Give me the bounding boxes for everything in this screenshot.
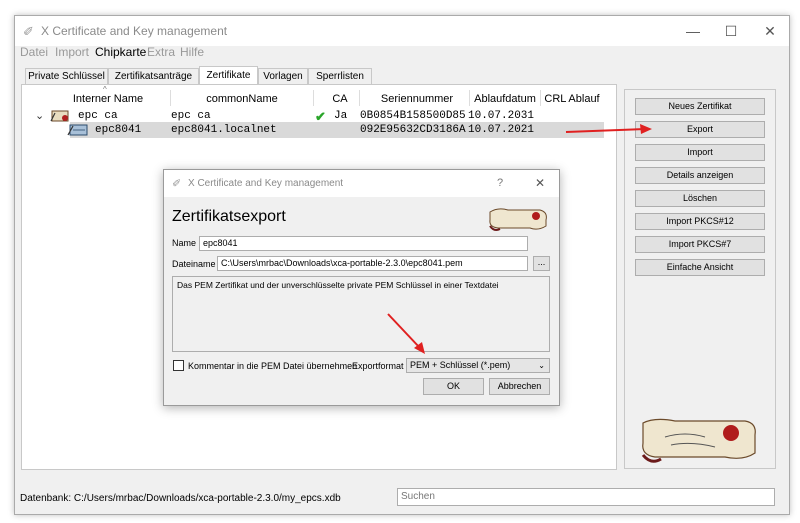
column-crl-expiry[interactable]: CRL Ablauf xyxy=(542,93,602,105)
dialog-heading: Zertifikatsexport xyxy=(172,208,286,225)
dialog-logo-icon xyxy=(489,208,547,231)
app-icon: ✐ xyxy=(23,24,34,39)
row-serial: 092E95632CD3186A xyxy=(360,124,466,136)
delete-button[interactable]: Löschen xyxy=(635,190,765,207)
new-certificate-button[interactable]: Neues Zertifikat xyxy=(635,98,765,115)
import-pkcs7-button[interactable]: Import PKCS#7 xyxy=(635,236,765,253)
menu-datei[interactable]: Datei xyxy=(20,45,48,59)
tab-revocation-lists[interactable]: Sperrlisten xyxy=(308,68,372,84)
ok-button[interactable]: OK xyxy=(423,378,484,395)
menu-import[interactable]: Import xyxy=(55,45,89,59)
row-ca: Ja xyxy=(334,110,348,122)
column-separator xyxy=(540,90,541,106)
row-expiry: 10.07.2031 xyxy=(468,110,535,122)
comment-checkbox[interactable] xyxy=(173,360,184,371)
row-expiry: 10.07.2021 xyxy=(468,124,535,136)
action-sidebar: Neues Zertifikat Export Import Details a… xyxy=(624,89,776,469)
comment-checkbox-label: Kommentar in die PEM Datei übernehmen xyxy=(188,361,358,371)
tab-private-keys[interactable]: Private Schlüssel xyxy=(25,68,108,84)
collapse-chevron-icon[interactable]: ⌄ xyxy=(35,109,44,122)
column-expiry[interactable]: Ablaufdatum xyxy=(470,93,540,105)
dialog-close-button[interactable]: ✕ xyxy=(535,176,545,190)
arrow-to-format-icon xyxy=(387,313,425,354)
menu-extra[interactable]: Extra xyxy=(147,45,175,59)
column-separator xyxy=(170,90,171,106)
column-internal-name[interactable]: Interner Name xyxy=(68,93,148,105)
tab-templates[interactable]: Vorlagen xyxy=(258,68,308,84)
search-input[interactable]: Suchen xyxy=(397,488,775,506)
column-common-name[interactable]: commonName xyxy=(192,93,292,105)
export-dialog: ✐ X Certificate and Key management ? ✕ Z… xyxy=(163,169,560,406)
chevron-down-icon: ⌄ xyxy=(538,361,545,370)
arrow-to-export-icon xyxy=(565,124,652,134)
dialog-title: X Certificate and Key management xyxy=(188,178,344,189)
import-pkcs12-button[interactable]: Import PKCS#12 xyxy=(635,213,765,230)
dialog-app-icon: ✐ xyxy=(172,178,182,190)
export-format-label: Exportformat xyxy=(352,361,404,371)
name-field[interactable]: epc8041 xyxy=(199,236,528,251)
export-format-value: PEM + Schlüssel (*.pem) xyxy=(410,360,511,370)
filename-label: Dateiname xyxy=(172,259,216,269)
certificate-icon xyxy=(67,124,88,136)
simple-view-button[interactable]: Einfache Ansicht xyxy=(635,259,765,276)
row-name[interactable]: epc ca xyxy=(78,110,118,122)
format-description: Das PEM Zertifikat und der unverschlüsse… xyxy=(172,276,550,352)
filename-field[interactable]: C:\Users\mrbac\Downloads\xca-portable-2.… xyxy=(217,256,528,271)
dialog-title-bar: ✐ X Certificate and Key management ? ✕ xyxy=(164,170,559,197)
minimize-button[interactable]: — xyxy=(673,20,713,42)
ca-certificate-icon xyxy=(50,110,69,122)
row-serial: 0B0854B158500D85 xyxy=(360,110,466,122)
column-serial[interactable]: Seriennummer xyxy=(367,93,467,105)
show-details-button[interactable]: Details anzeigen xyxy=(635,167,765,184)
column-separator xyxy=(359,90,360,106)
help-button[interactable]: ? xyxy=(497,177,503,189)
export-format-select[interactable]: PEM + Schlüssel (*.pem) ⌄ xyxy=(406,358,550,373)
menu-hilfe[interactable]: Hilfe xyxy=(180,45,204,59)
xca-logo-icon xyxy=(641,418,756,463)
title-bar: ✐ X Certificate and Key management — ☐ ✕ xyxy=(15,16,789,46)
tab-requests[interactable]: Zertifikatsanträge xyxy=(108,68,199,84)
window-title: X Certificate and Key management xyxy=(41,24,228,38)
row-common-name: epc ca xyxy=(171,110,211,122)
name-label: Name xyxy=(172,238,197,248)
row-common-name: epc8041.localnet xyxy=(171,124,277,136)
menu-chipkarte[interactable]: Chipkarte xyxy=(95,45,146,59)
maximize-button[interactable]: ☐ xyxy=(711,20,751,42)
cancel-button[interactable]: Abbrechen xyxy=(489,378,550,395)
import-button[interactable]: Import xyxy=(635,144,765,161)
column-ca[interactable]: CA xyxy=(322,93,358,105)
format-description-text: Das PEM Zertifikat und der unverschlüsse… xyxy=(177,280,499,290)
row-name[interactable]: epc8041 xyxy=(95,124,141,136)
close-button[interactable]: ✕ xyxy=(750,20,790,42)
column-separator xyxy=(313,90,314,106)
database-path: Datenbank: C:/Users/mrbac/Downloads/xca-… xyxy=(20,493,341,504)
tab-certificates[interactable]: Zertifikate xyxy=(199,66,258,85)
browse-button[interactable]: ... xyxy=(533,256,550,271)
